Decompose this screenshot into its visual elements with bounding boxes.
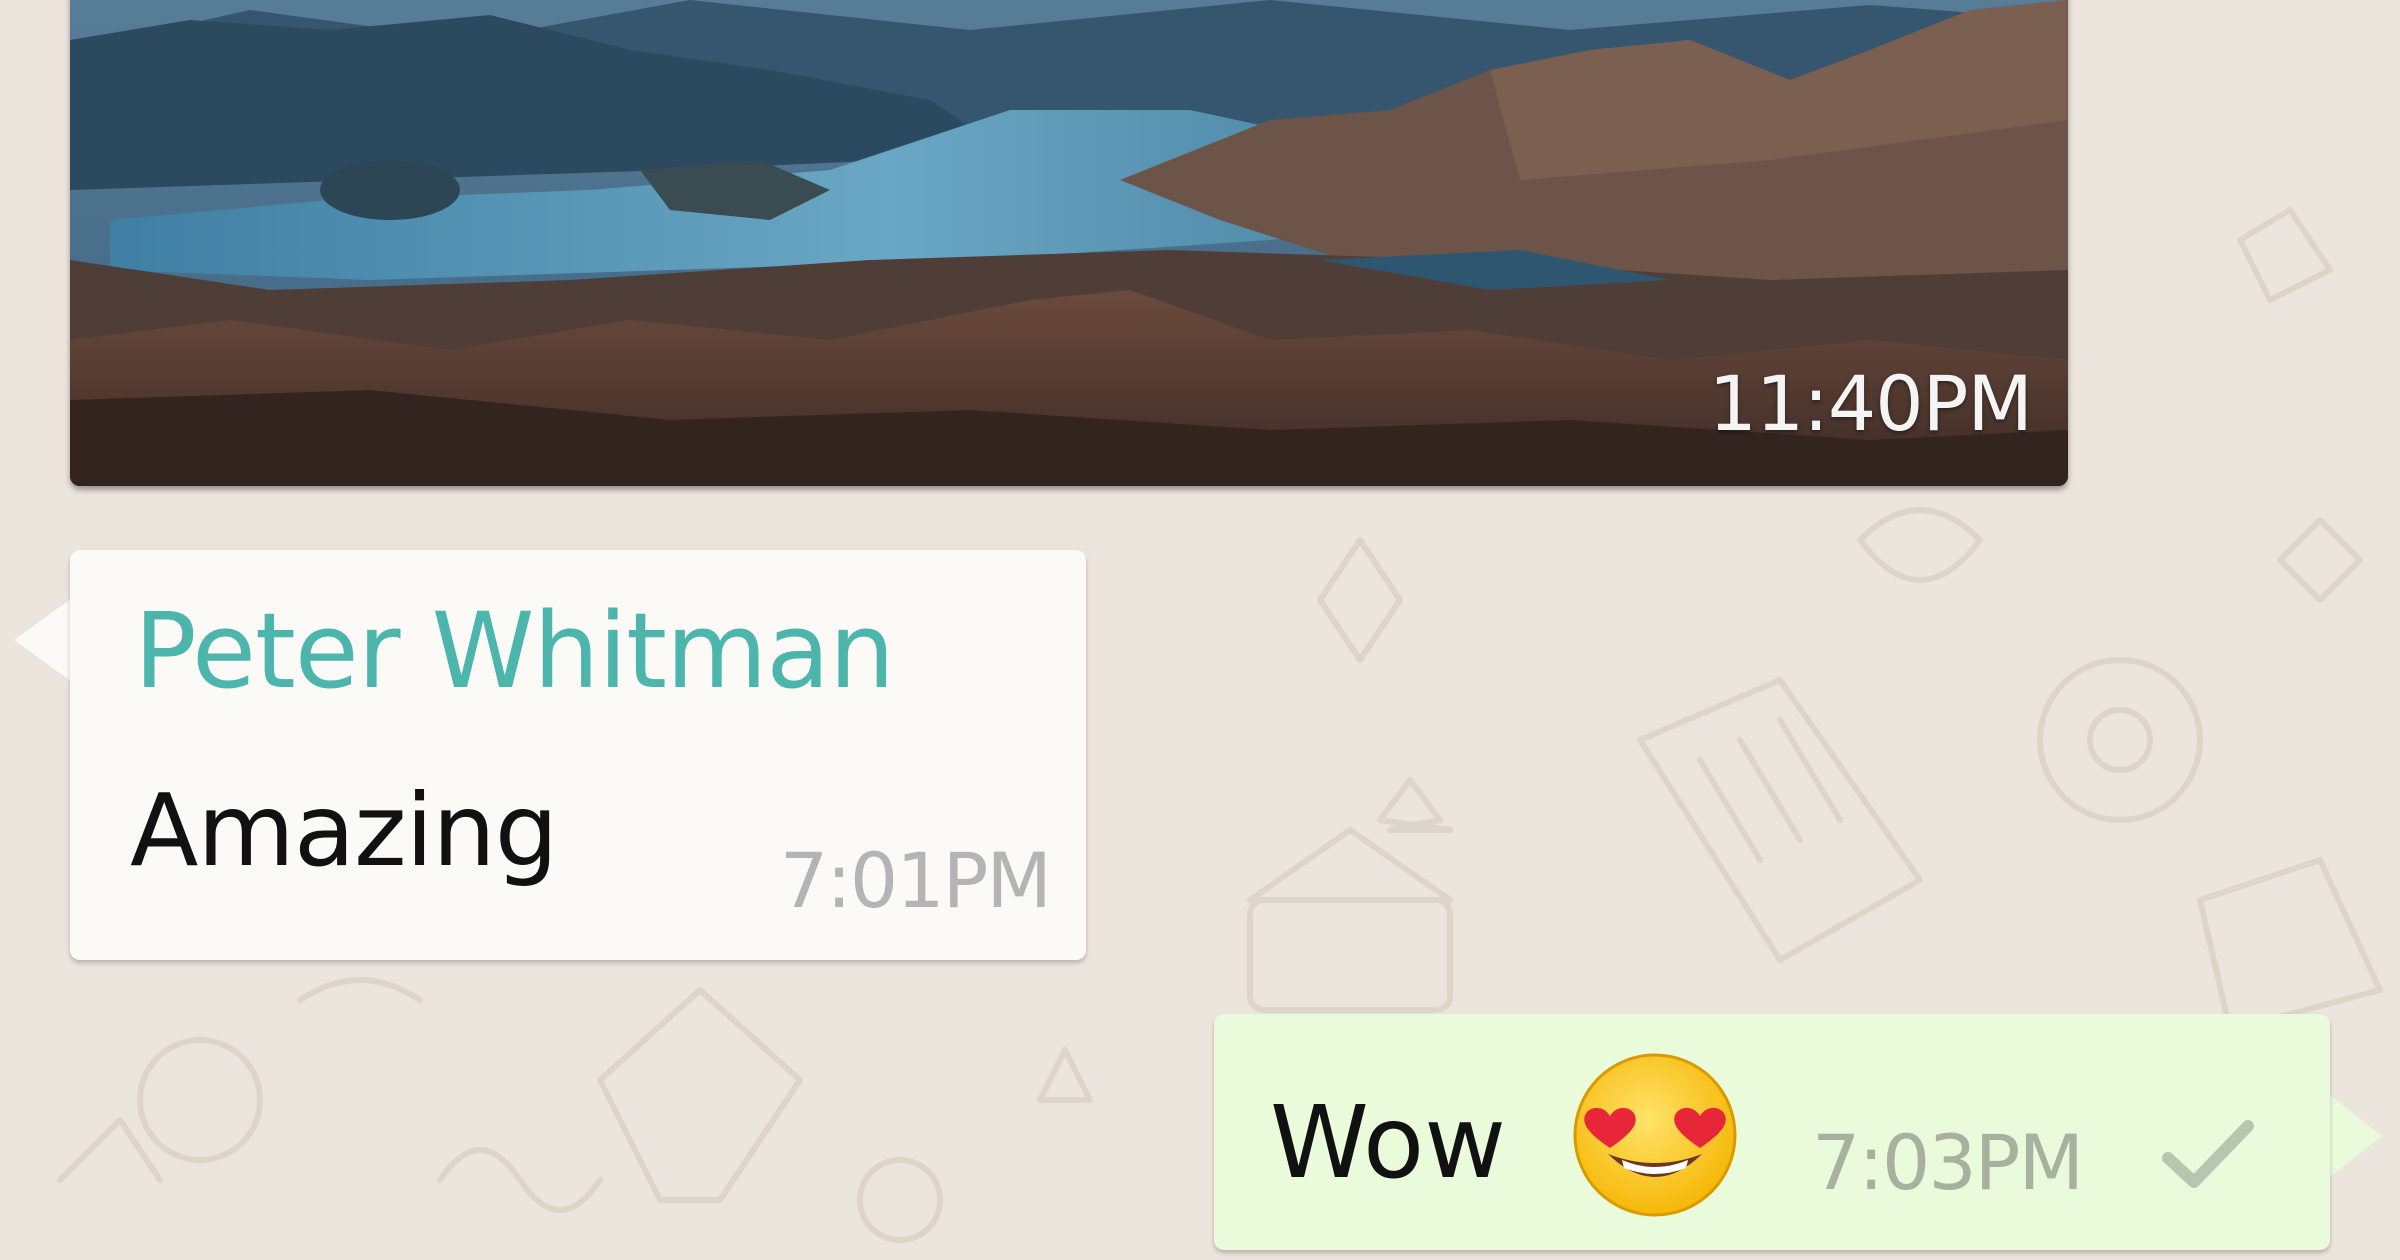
sender-name[interactable]: Peter Whitman: [134, 590, 895, 712]
incoming-message-time: 7:01PM: [779, 836, 1052, 925]
incoming-message-text: Amazing: [130, 772, 558, 889]
outgoing-bubble-tail: [2326, 1092, 2382, 1180]
incoming-message[interactable]: Peter Whitman Amazing 7:01PM: [70, 550, 1086, 960]
outgoing-message[interactable]: Wow 7:03PM: [1214, 1014, 2330, 1250]
outgoing-message-text: Wow: [1270, 1084, 1506, 1201]
image-message[interactable]: 11:40PM: [70, 0, 2068, 486]
outgoing-message-time: 7:03PM: [1812, 1118, 2084, 1207]
image-message-time: 11:40PM: [1708, 359, 2033, 448]
incoming-bubble-tail: [14, 598, 72, 682]
single-check-icon: [2162, 1120, 2254, 1188]
heart-eyes-emoji-icon: [1573, 1053, 1737, 1217]
